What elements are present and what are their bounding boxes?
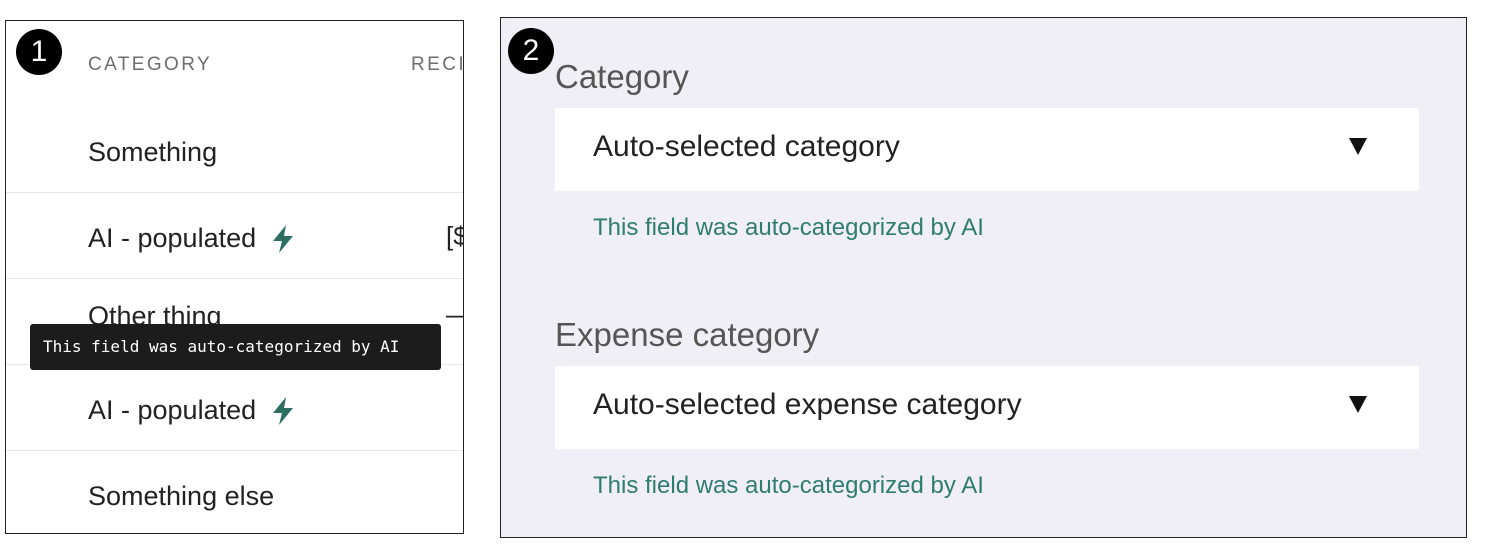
column-header-next[interactable]: RECI bbox=[411, 54, 463, 76]
receipt-icon[interactable]: [$ bbox=[446, 221, 463, 252]
category-select[interactable]: Auto-selected category bbox=[555, 108, 1419, 191]
expense-category-select-value: Auto-selected expense category bbox=[593, 388, 1022, 421]
ai-tooltip: This field was auto-categorized by AI bbox=[30, 324, 441, 370]
empty-dash: — bbox=[446, 299, 463, 330]
expense-category-select[interactable]: Auto-selected expense category bbox=[555, 366, 1419, 449]
expense-category-helper-text: This field was auto-categorized by AI bbox=[593, 472, 984, 499]
row-category-label: Something else bbox=[88, 481, 275, 511]
row-category-label: AI - populated bbox=[88, 223, 296, 254]
category-form-panel: 2 Category Auto-selected category This f… bbox=[500, 17, 1467, 538]
caret-down-icon bbox=[1349, 138, 1367, 155]
category-select-value: Auto-selected category bbox=[593, 130, 900, 163]
step-badge-2: 2 bbox=[508, 28, 554, 74]
table-row[interactable]: AI - populated [$ bbox=[6, 193, 463, 279]
category-field-label: Category bbox=[555, 58, 689, 95]
category-table-panel: 1 CATEGORY RECI Something AI - populated… bbox=[5, 20, 464, 534]
expense-category-field-label: Expense category bbox=[555, 316, 820, 353]
table-header: CATEGORY RECI bbox=[6, 21, 463, 107]
step-badge-1: 1 bbox=[16, 29, 62, 75]
column-header-category[interactable]: CATEGORY bbox=[88, 54, 212, 76]
lightning-bolt-icon[interactable] bbox=[270, 224, 296, 254]
caret-down-icon bbox=[1349, 396, 1367, 413]
category-helper-text: This field was auto-categorized by AI bbox=[593, 214, 984, 241]
row-category-label: AI - populated bbox=[88, 395, 296, 426]
table-row[interactable]: AI - populated bbox=[6, 365, 463, 451]
row-category-label: Something bbox=[88, 137, 218, 167]
table-row[interactable]: Something else bbox=[6, 451, 463, 533]
lightning-bolt-icon[interactable] bbox=[270, 396, 296, 426]
table-row[interactable]: Something bbox=[6, 107, 463, 193]
